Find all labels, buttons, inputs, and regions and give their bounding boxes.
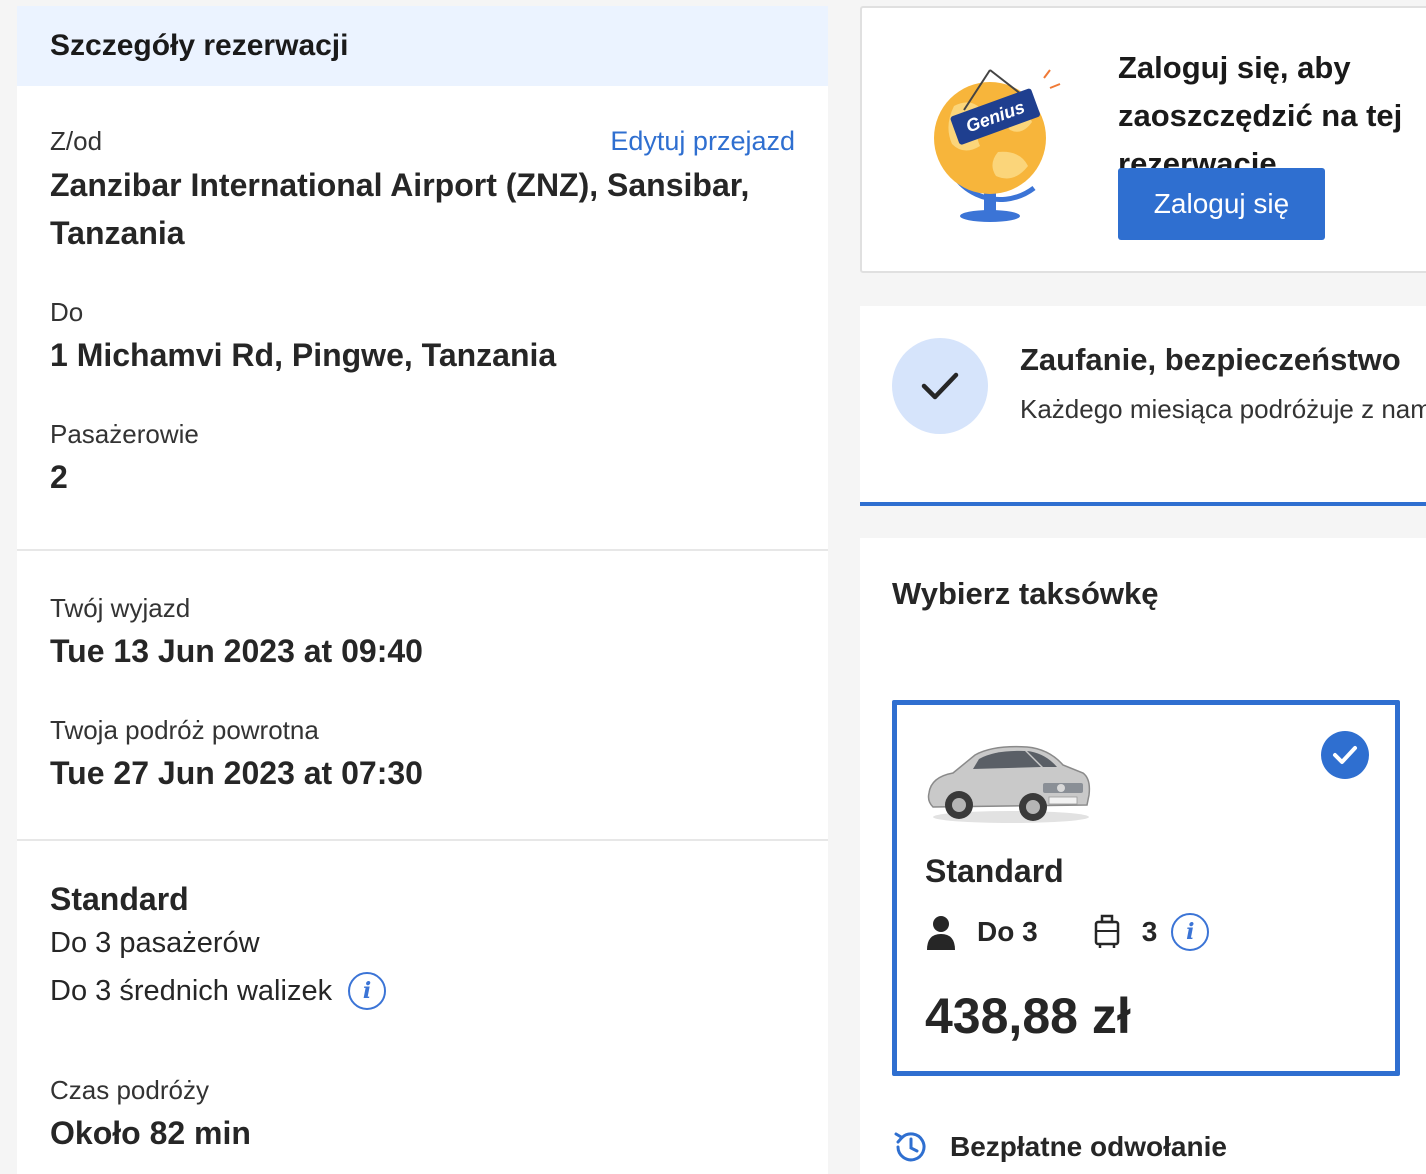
car-image <box>923 735 1093 825</box>
vehicle-passengers: Do 3 pasażerów <box>50 927 260 959</box>
info-icon[interactable]: i <box>348 972 387 1010</box>
genius-login-card: Genius Zaloguj się, aby zaoszczędzić na … <box>860 6 1426 273</box>
dates-section: Twój wyjazd Tue 13 Jun 2023 at 09:40 Two… <box>17 551 828 841</box>
car-luggage: 3 <box>1141 916 1158 947</box>
vehicle-luggage-row: Do 3 średnich walizek i <box>50 967 795 1015</box>
vehicle-luggage: Do 3 średnich walizek <box>50 975 333 1007</box>
genius-globe-icon: Genius <box>924 56 1064 226</box>
login-button[interactable]: Zaloguj się <box>1118 168 1325 240</box>
taxi-selection-title: Wybierz taksówkę <box>892 576 1159 611</box>
from-label: Z/od <box>50 126 103 156</box>
to-value: 1 Michamvi Rd, Pingwe, Tanzania <box>50 337 557 373</box>
trust-title: Zaufanie, bezpieczeństwo <box>1020 342 1401 377</box>
trust-safety-card: Zaufanie, bezpieczeństwo Każdego miesiąc… <box>860 306 1426 506</box>
free-cancellation-label: Bezpłatne odwołanie <box>950 1131 1227 1162</box>
car-specs: Do 3 3 i <box>925 913 1210 951</box>
person-icon <box>925 914 957 950</box>
return-value: Tue 27 Jun 2023 at 07:30 <box>50 755 423 791</box>
suitcase-icon <box>1094 914 1120 950</box>
vehicle-class: Standard <box>50 881 189 917</box>
booking-details-header: Szczegóły rezerwacji <box>17 6 828 86</box>
taxi-option-card[interactable]: Standard Do 3 3 i 438,88 zł <box>892 700 1400 1076</box>
departure-value: Tue 13 Jun 2023 at 09:40 <box>50 633 423 669</box>
info-icon[interactable]: i <box>1171 913 1210 951</box>
car-price: 438,88 zł <box>925 988 1131 1044</box>
clock-history-icon <box>892 1128 930 1166</box>
trust-subtitle: Każdego miesiąca podróżuje z nami <box>1020 394 1426 424</box>
car-class-label: Standard <box>925 853 1064 889</box>
route-section: Z/od Edytuj przejazd Zanzibar Internatio… <box>17 86 828 551</box>
check-icon <box>892 338 988 434</box>
to-label: Do <box>50 297 84 327</box>
car-passengers: Do 3 <box>977 916 1038 947</box>
selected-check-icon <box>1321 731 1369 779</box>
departure-label: Twój wyjazd <box>50 593 191 623</box>
vehicle-section: Standard Do 3 pasażerów Do 3 średnich wa… <box>17 841 828 1157</box>
travel-time-label: Czas podróży <box>50 1075 209 1105</box>
booking-details-title: Szczegóły rezerwacji <box>50 29 349 62</box>
from-value: Zanzibar International Airport (ZNZ), Sa… <box>50 167 750 251</box>
edit-ride-link[interactable]: Edytuj przejazd <box>610 126 795 157</box>
travel-time-value: Około 82 min <box>50 1115 251 1151</box>
return-label: Twoja podróż powrotna <box>50 715 319 745</box>
free-cancellation: Bezpłatne odwołanie <box>892 1128 1227 1166</box>
booking-details-panel: Szczegóły rezerwacji Z/od Edytuj przejaz… <box>17 6 828 1174</box>
passengers-label: Pasażerowie <box>50 419 199 449</box>
passengers-value: 2 <box>50 459 68 495</box>
taxi-selection-panel: Wybierz taksówkę Standard Do 3 3 i 438,8… <box>860 538 1426 1174</box>
login-prompt-text: Zaloguj się, aby zaoszczędzić na tej rez… <box>1118 50 1403 181</box>
